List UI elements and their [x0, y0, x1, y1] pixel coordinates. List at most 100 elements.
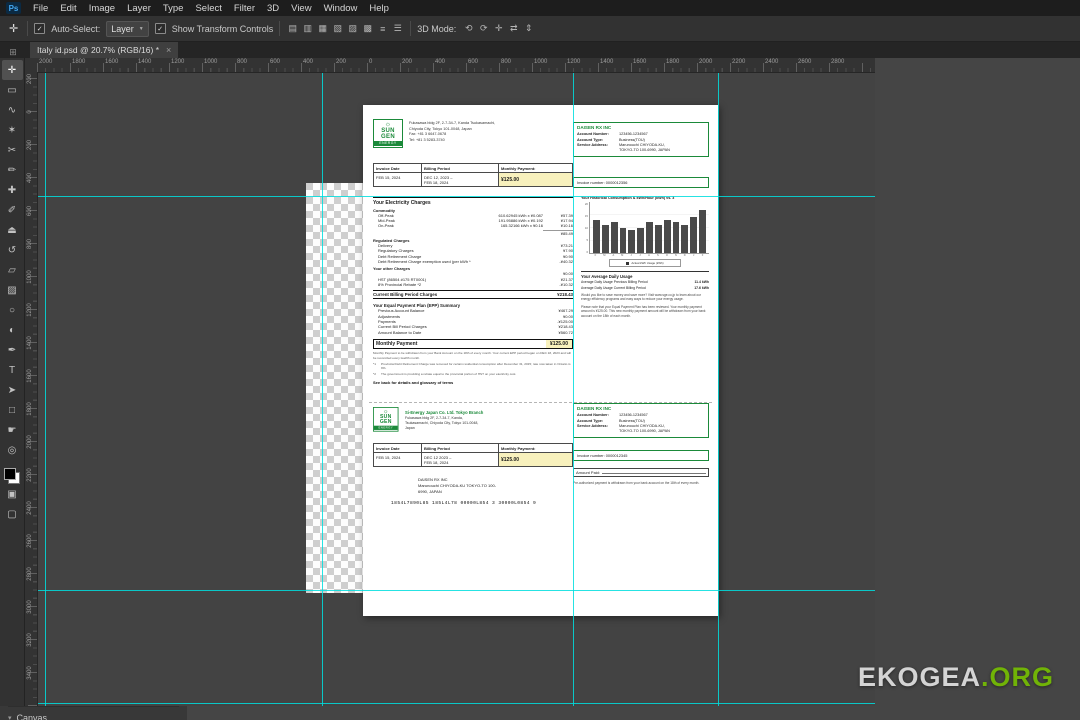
- type-tool[interactable]: T: [2, 360, 23, 380]
- document-canvas[interactable]: ☼ SUN GEN ENERGY Fukasawa bldg 2F, 2-7-3…: [363, 105, 718, 616]
- chart-bar: [628, 230, 636, 253]
- 3d-slide-icon[interactable]: ⇄: [507, 22, 520, 36]
- 3d-rotate-icon[interactable]: ⟲: [462, 22, 475, 36]
- align-center-horizontal-icon[interactable]: ▥: [301, 22, 314, 36]
- chart-bar: [654, 224, 662, 253]
- dodge-tool[interactable]: ◐: [2, 320, 23, 340]
- distribute-vertical-icon[interactable]: ☰: [391, 22, 404, 36]
- logo-text-3: ENERGY: [374, 141, 402, 146]
- menu-item[interactable]: Edit: [54, 3, 82, 14]
- chart-bar: [637, 227, 645, 253]
- lasso-tool[interactable]: ∿: [2, 100, 23, 120]
- photoshop-logo[interactable]: Ps: [6, 2, 21, 14]
- 3d-drag-icon[interactable]: ✛: [492, 22, 505, 36]
- brush-tool[interactable]: ✐: [2, 200, 23, 220]
- account-info-box: DAISEN RX INC Account Number: 123456-1234…: [573, 122, 709, 157]
- watermark-suffix: .ORG: [981, 662, 1055, 692]
- path-selection-tool[interactable]: ➤: [2, 380, 23, 400]
- crop-tool[interactable]: ✂: [2, 140, 23, 160]
- footnotes: *1 Provincial Debt Retirement Charge was …: [373, 362, 573, 377]
- address-line: Marunouchi CHIYODA-KU TOKYO-TO 100-: [418, 482, 497, 488]
- blur-tool[interactable]: ○: [2, 300, 23, 320]
- shape-tool[interactable]: □: [2, 400, 23, 420]
- ruler-label: 1000: [27, 270, 33, 284]
- screen-mode-button[interactable]: ▢: [2, 504, 23, 524]
- canvas-area[interactable]: ☼ SUN GEN ENERGY Fukasawa bldg 2F, 2-7-3…: [37, 72, 875, 706]
- document-tab[interactable]: Italy id.psd @ 20.7% (RGB/16) * ×: [30, 42, 179, 58]
- ruler-label: 3200: [27, 633, 33, 647]
- transparency-checkerboard: [306, 183, 363, 593]
- ruler-label: 1600: [633, 59, 647, 65]
- vertical-ruler[interactable]: 200 0 200 400 600 800 1000 1200 1400 1600 1800 2000…: [25, 72, 38, 706]
- foreground-color-swatch[interactable]: [4, 468, 16, 480]
- pen-tool[interactable]: ✒: [2, 340, 23, 360]
- menu-item[interactable]: Type: [157, 3, 190, 14]
- hand-tool[interactable]: ☛: [2, 420, 23, 440]
- align-top-icon[interactable]: ▧: [331, 22, 344, 36]
- menu-item[interactable]: Window: [318, 3, 364, 14]
- align-left-icon[interactable]: ▤: [286, 22, 299, 36]
- menu-item[interactable]: File: [27, 3, 54, 14]
- x-tick-label: F: [594, 254, 597, 257]
- zoom-tool[interactable]: ◎: [2, 440, 23, 460]
- chart-bar: [593, 219, 600, 253]
- menu-item[interactable]: Help: [363, 3, 395, 14]
- align-bottom-icon[interactable]: ▩: [361, 22, 374, 36]
- guide-vertical[interactable]: [718, 72, 719, 706]
- guide-horizontal[interactable]: [37, 590, 875, 591]
- workspace-icon[interactable]: ⊞: [6, 46, 20, 58]
- distribute-horizontal-icon[interactable]: ≡: [376, 22, 389, 36]
- eyedropper-tool[interactable]: ✏: [2, 160, 23, 180]
- monthly-payment-cell: ¥125.00: [499, 173, 572, 186]
- ruler-label: 200: [27, 140, 33, 151]
- guide-vertical[interactable]: [45, 72, 46, 706]
- auto-select-value: Layer: [111, 23, 134, 34]
- ruler-label: 1400: [138, 59, 152, 65]
- ruler-label: 800: [237, 59, 248, 65]
- guide-vertical[interactable]: [322, 72, 323, 706]
- menu-item[interactable]: 3D: [261, 3, 285, 14]
- usage-row: Average Daily Usage Current Billing Peri…: [581, 285, 709, 290]
- close-tab-icon[interactable]: ×: [166, 45, 171, 55]
- auto-select-target-dropdown[interactable]: Layer ▼: [106, 20, 149, 37]
- menu-item[interactable]: View: [285, 3, 317, 14]
- ruler-label: 600: [468, 59, 479, 65]
- ruler-label: 1800: [666, 59, 680, 65]
- healing-brush-tool[interactable]: ✚: [2, 180, 23, 200]
- address-line: 6990, JAPAN: [418, 488, 442, 494]
- clone-stamp-tool[interactable]: ⏏: [2, 220, 23, 240]
- charge-line: On-Peak 165.32166 kWh x ¥0.16 ¥10.16: [378, 223, 573, 229]
- align-right-icon[interactable]: ▦: [316, 22, 329, 36]
- guide-horizontal[interactable]: [37, 196, 875, 197]
- guide-vertical[interactable]: [573, 72, 574, 706]
- 3d-roll-icon[interactable]: ⟳: [477, 22, 490, 36]
- ruler-label: 2600: [27, 534, 33, 548]
- quick-selection-tool[interactable]: ✶: [2, 120, 23, 140]
- marquee-tool[interactable]: ▭: [2, 80, 23, 100]
- ruler-label: 1400: [27, 336, 33, 350]
- stub-recipient-address: DAISEN RX INC Marunouchi CHIYODA-KU TOKYO…: [418, 477, 496, 494]
- eraser-tool[interactable]: ▱: [2, 260, 23, 280]
- charge-lines: Commodity Off-Peak 610.62945 kWh x ¥0.08…: [373, 208, 573, 288]
- stub-invoice-number-box: Invoice number: 0000012345: [573, 450, 709, 461]
- show-transform-checkbox[interactable]: ✓: [154, 23, 166, 34]
- guide-horizontal[interactable]: [37, 703, 875, 704]
- menu-item[interactable]: Filter: [228, 3, 261, 14]
- menu-item[interactable]: Layer: [121, 3, 157, 14]
- horizontal-ruler[interactable]: 2000 1800 1600 1400 1200 1000 800 600 400 200 0 200…: [37, 58, 875, 73]
- align-middle-vertical-icon[interactable]: ▨: [346, 22, 359, 36]
- savings-tip: Would you like to save money and save mo…: [581, 292, 702, 302]
- x-tick-label: S: [657, 254, 659, 257]
- 3d-scale-icon[interactable]: ⇕: [522, 22, 535, 36]
- gradient-tool[interactable]: ▨: [2, 280, 23, 300]
- menu-item[interactable]: Select: [189, 3, 227, 14]
- quick-mask-button[interactable]: ▣: [2, 484, 23, 504]
- move-tool[interactable]: ✛: [1, 60, 23, 80]
- canvas-section-header[interactable]: ▾ Canvas: [8, 707, 179, 720]
- x-tick-label: O: [665, 254, 668, 257]
- foreground-background-swatches[interactable]: [4, 468, 20, 484]
- history-brush-tool[interactable]: ↺: [2, 240, 23, 260]
- auto-select-checkbox[interactable]: ✓: [34, 23, 46, 34]
- menu-item[interactable]: Image: [83, 3, 121, 14]
- sungen-logo-stub: ☼ SUN GEN ENERGY: [373, 407, 399, 432]
